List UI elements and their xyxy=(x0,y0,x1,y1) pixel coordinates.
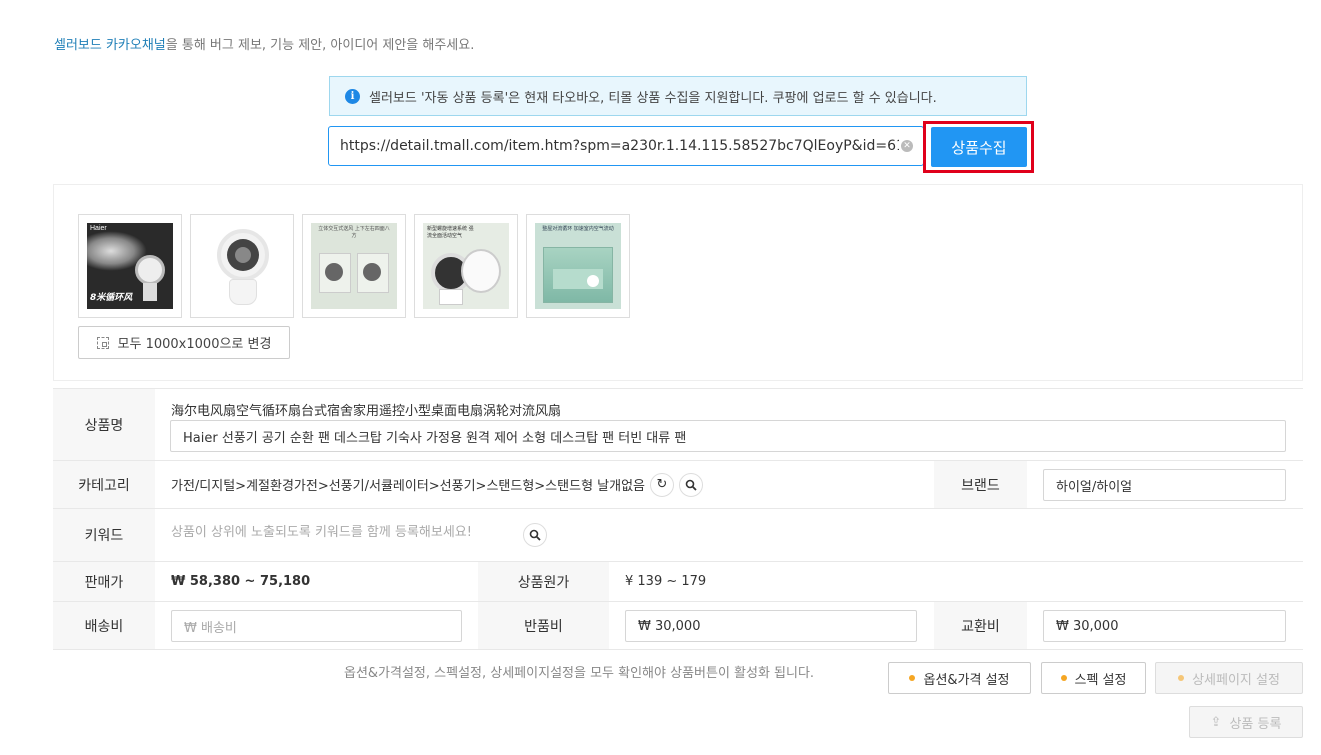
options-price-button[interactable]: 옵션&가격 설정 xyxy=(888,662,1031,694)
product-name-input[interactable]: Haier 선풍기 공기 순환 팬 데스크탑 기숙사 가정용 원격 제어 소형 … xyxy=(170,420,1286,452)
cost-price-value: ¥ 139 ~ 179 xyxy=(625,574,707,589)
thumbnail-5[interactable]: 整屋对流循环 加速室内空气流动 xyxy=(526,214,630,318)
image-panel: Haier 8米循环风 立体交互式送风 上下左右四面八方 新型螺旋增速系统 强流… xyxy=(53,184,1303,381)
kakao-channel-link[interactable]: 셀러보드 카카오채널 xyxy=(54,38,166,53)
sale-price-label: 판매가 xyxy=(53,562,155,601)
thumbnail-4[interactable]: 新型螺旋增速系统 强流全面活动空气 xyxy=(414,214,518,318)
notice-text: 셀러보드 '자동 상품 등록'은 현재 타오바오, 티몰 상품 수집을 지원합니… xyxy=(369,90,937,106)
spec-label: 스펙 설정 xyxy=(1074,672,1127,688)
shipping-fee-input[interactable]: ₩ 배송비 xyxy=(171,610,462,642)
thumbnail-2[interactable] xyxy=(190,214,294,318)
spec-button[interactable]: 스펙 설정 xyxy=(1041,662,1146,694)
thumbnail-caption: 立体交互式送风 上下左右四面八方 xyxy=(318,226,390,239)
support-notice: i 셀러보드 '자동 상품 등록'은 현재 타오바오, 티몰 상품 수집을 지원… xyxy=(329,76,1027,116)
resize-button-label: 모두 1000x1000으로 변경 xyxy=(117,337,272,352)
detail-page-button[interactable]: 상세페이지 설정 xyxy=(1155,662,1303,694)
thumbnail-caption: 8米循环风 xyxy=(90,293,133,303)
status-dot-icon xyxy=(1178,675,1185,681)
keyword-search-icon[interactable] xyxy=(523,523,547,547)
feedback-text: 을 통해 버그 제보, 기능 제안, 아이디어 제안을 해주세요. xyxy=(165,38,475,53)
product-form: 상품명 海尔电风扇空气循环扇台式宿舍家用遥控小型桌面电扇涡轮对流风扇 Haier… xyxy=(53,388,1303,650)
thumbnail-brand: Haier xyxy=(90,225,107,232)
product-image-1: Haier 8米循环风 xyxy=(87,223,173,309)
detail-page-label: 상세페이지 설정 xyxy=(1192,672,1280,688)
row-fees: 배송비 ₩ 배송비 반품비 ₩ 30,000 교환비 ₩ 30,000 xyxy=(53,602,1303,650)
upload-icon: ⇪ xyxy=(1210,714,1222,730)
product-image-2 xyxy=(199,223,285,309)
url-field[interactable]: ✕ xyxy=(328,126,924,166)
original-product-name: 海尔电风扇空气循环扇台式宿舍家用遥控小型桌面电扇涡轮对流风扇 xyxy=(171,404,562,419)
brand-input[interactable]: 하이얼/하이얼 xyxy=(1043,469,1286,501)
keyword-input[interactable]: 상품이 상위에 노출되도록 키워드를 함께 등록해보세요! xyxy=(171,521,472,540)
thumbnail-caption: 新型螺旋增速系统 强流全面活动空气 xyxy=(427,226,474,239)
status-dot-icon xyxy=(909,675,916,681)
thumbnail-3[interactable]: 立体交互式送风 上下左右四面八方 xyxy=(302,214,406,318)
row-category: 카테고리 가전/디지털>계절환경가전>선풍기/서큘레이터>선풍기>스탠드형>스탠… xyxy=(53,461,1303,509)
brand-label: 브랜드 xyxy=(934,461,1027,508)
category-value: 가전/디지털>계절환경가전>선풍기/서큘레이터>선풍기>스탠드형>스탠드형 날개… xyxy=(171,479,645,494)
keyword-label: 키워드 xyxy=(53,509,155,561)
resize-all-button[interactable]: 모두 1000x1000으로 변경 xyxy=(78,326,290,359)
search-icon[interactable] xyxy=(679,472,703,497)
register-product-button[interactable]: ⇪ 상품 등록 xyxy=(1189,706,1303,738)
product-image-4: 新型螺旋增速系统 强流全面活动空气 xyxy=(423,223,509,309)
product-image-3: 立体交互式送风 上下左右四面八方 xyxy=(311,223,397,309)
category-label: 카테고리 xyxy=(53,461,155,508)
shipping-fee-label: 배송비 xyxy=(53,602,155,649)
cost-price-label: 상품원가 xyxy=(478,562,609,601)
category-cell: 가전/디지털>계절환경가전>선풍기/서큘레이터>선풍기>스탠드형>스탠드형 날개… xyxy=(171,461,703,508)
product-image-5: 整屋对流循环 加速室内空气流动 xyxy=(535,223,621,309)
info-icon: i xyxy=(345,88,360,104)
exchange-fee-label: 교환비 xyxy=(934,602,1027,649)
thumbnail-caption: 整屋对流循环 加速室内空气流动 xyxy=(542,226,614,232)
exchange-fee-input[interactable]: ₩ 30,000 xyxy=(1043,610,1286,642)
url-input[interactable] xyxy=(329,128,899,164)
thumbnail-1[interactable]: Haier 8米循环风 xyxy=(78,214,182,318)
row-product-name: 상품명 海尔电风扇空气循环扇台式宿舍家用遥控小型桌面电扇涡轮对流风扇 Haier… xyxy=(53,389,1303,461)
return-fee-label: 반품비 xyxy=(478,602,609,649)
collect-button[interactable]: 상품수집 xyxy=(931,127,1027,167)
status-dot-icon xyxy=(1060,675,1067,681)
feedback-message: 셀러보드 카카오채널을 통해 버그 제보, 기능 제안, 아이디어 제안을 해주… xyxy=(54,34,474,53)
register-label: 상품 등록 xyxy=(1229,716,1282,732)
sale-price-value: ₩ 58,380 ~ 75,180 xyxy=(171,574,311,589)
row-keyword: 키워드 상품이 상위에 노출되도록 키워드를 함께 등록해보세요! xyxy=(53,509,1303,562)
options-price-label: 옵션&가격 설정 xyxy=(923,672,1010,688)
product-name-label: 상품명 xyxy=(53,389,155,460)
refresh-icon[interactable]: ↻ xyxy=(650,472,674,497)
clear-icon[interactable]: ✕ xyxy=(901,140,913,152)
row-price: 판매가 ₩ 58,380 ~ 75,180 상품원가 ¥ 139 ~ 179 xyxy=(53,562,1303,602)
activation-hint: 옵션&가격설정, 스펙설정, 상세페이지설정을 모두 확인해야 상품버튼이 활성… xyxy=(344,666,815,681)
resize-icon xyxy=(96,336,109,349)
return-fee-input[interactable]: ₩ 30,000 xyxy=(625,610,917,642)
